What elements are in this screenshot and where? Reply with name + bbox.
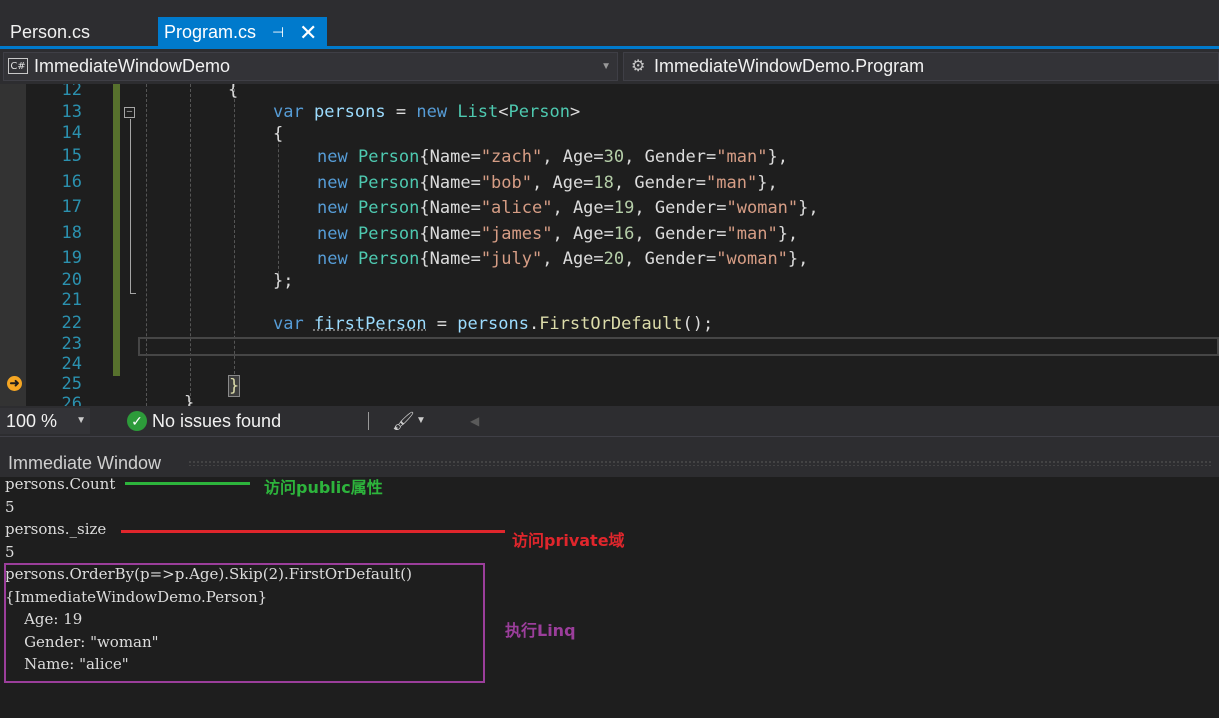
project-dropdown[interactable]: C# ImmediateWindowDemo ▼ — [3, 52, 618, 81]
code-line-26: } — [184, 393, 195, 406]
project-name: ImmediateWindowDemo — [34, 56, 231, 76]
divider — [368, 412, 369, 430]
csharp-project-icon: C# — [8, 58, 28, 74]
immediate-line: persons._size — [5, 520, 107, 538]
annotation-linq: 执行Linq — [505, 621, 576, 640]
zoom-level: 100 % — [6, 411, 58, 431]
annotation-private: 访问private域 — [512, 531, 625, 550]
indent-guide — [278, 134, 279, 274]
line-number: 20 — [61, 270, 82, 290]
code-line-17: new Person{Name="alice", Age=19, Gender=… — [317, 198, 819, 218]
tab-person-cs[interactable]: Person.cs — [0, 17, 158, 48]
code-line-15: new Person{Name="zach", Age=30, Gender="… — [317, 147, 788, 167]
line-number: 15 — [61, 146, 82, 166]
immediate-line: persons.Count — [5, 475, 116, 493]
code-cleanup-brush-icon[interactable]: 🖌 — [392, 408, 415, 434]
check-circle-icon: ✓ — [127, 411, 147, 431]
line-number: 22 — [61, 313, 82, 333]
annotation-public: 访问public属性 — [264, 478, 383, 497]
line-number: 14 — [61, 123, 82, 143]
type-name: ImmediateWindowDemo.Program — [654, 56, 925, 76]
chevron-down-icon[interactable]: ▼ — [601, 53, 611, 80]
navigation-bar: C# ImmediateWindowDemo ▼ ⚙ ImmediateWind… — [0, 49, 1219, 84]
line-number: 13 — [61, 102, 82, 122]
code-line-16: new Person{Name="bob", Age=18, Gender="m… — [317, 173, 778, 193]
change-tracking-bar — [113, 84, 120, 376]
chevron-down-icon[interactable]: ▼ — [416, 408, 426, 434]
line-number: 18 — [61, 223, 82, 243]
line-number: 24 — [61, 354, 82, 374]
drag-grip[interactable] — [188, 460, 1213, 466]
immediate-window-title: Immediate Window — [8, 453, 162, 473]
indent-guide — [234, 84, 235, 374]
indent-guide — [190, 84, 191, 406]
panel-splitter[interactable] — [0, 436, 1219, 448]
line-number: 16 — [61, 172, 82, 192]
chevron-down-icon[interactable]: ▼ — [76, 408, 86, 434]
tab-program-cs[interactable]: Program.cs ⊣ ✕ — [158, 17, 327, 48]
immediate-line: 5 — [5, 543, 15, 561]
code-line-19: new Person{Name="july", Age=20, Gender="… — [317, 249, 809, 269]
line-number: 23 — [61, 334, 82, 354]
code-line-25-brace: } — [228, 375, 241, 397]
issues-status[interactable]: No issues found — [152, 406, 281, 436]
immediate-line: 5 — [5, 498, 15, 516]
code-line-13: var persons = new List<Person> — [273, 102, 581, 122]
code-line-14: { — [273, 124, 284, 144]
type-dropdown[interactable]: ⚙ ImmediateWindowDemo.Program — [623, 52, 1219, 81]
outline-line — [130, 119, 132, 294]
code-line-22: var firstPerson = persons.FirstOrDefault… — [273, 314, 714, 334]
line-number: 17 — [61, 197, 82, 217]
editor-status-bar: 100 % ▼ ✓ No issues found 🖌 ▼ ◀ — [0, 406, 1219, 436]
line-number: 21 — [61, 290, 82, 310]
current-statement-arrow-icon: ➜ — [7, 376, 22, 391]
code-line-12: { — [228, 84, 239, 100]
tab-label: Program.cs — [164, 22, 257, 42]
line-number: 25 — [61, 374, 82, 394]
collapse-region-icon[interactable]: − — [124, 107, 135, 118]
annotation-line-private — [121, 530, 505, 533]
outline-line-end — [130, 293, 136, 294]
zoom-dropdown[interactable]: 100 % ▼ — [0, 408, 90, 434]
code-line-18: new Person{Name="james", Age=16, Gender=… — [317, 224, 799, 244]
class-icon: ⚙ — [631, 58, 646, 75]
code-line-20: }; — [273, 271, 294, 291]
close-icon[interactable]: ✕ — [299, 17, 317, 48]
indent-guide — [146, 84, 147, 406]
current-line-highlight — [138, 337, 1219, 356]
line-number: 26 — [61, 394, 82, 406]
pin-icon[interactable]: ⊣ — [272, 17, 284, 48]
document-tab-strip: Person.cs Program.cs ⊣ ✕ — [0, 0, 1219, 48]
line-number: 19 — [61, 248, 82, 268]
annotation-line-public — [125, 482, 250, 485]
tab-label: Person.cs — [10, 22, 91, 42]
immediate-window-title-bar[interactable]: Immediate Window — [0, 448, 1219, 477]
glyph-margin[interactable] — [0, 84, 26, 406]
line-number: 12 — [61, 84, 82, 100]
code-editor[interactable]: ➜ 12 13 14 15 16 17 18 19 20 21 22 23 24… — [0, 84, 1219, 406]
scroll-left-arrow-icon[interactable]: ◀ — [470, 408, 479, 434]
annotation-box-linq — [4, 563, 485, 683]
